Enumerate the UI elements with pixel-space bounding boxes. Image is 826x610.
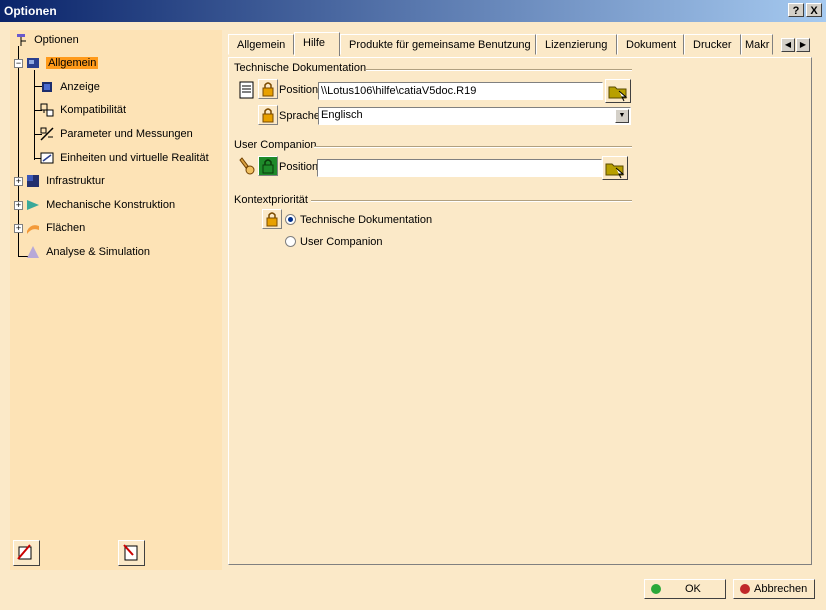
companion-position-label: Position — [279, 161, 319, 173]
tree-item-parameter[interactable]: Parameter und Messungen — [40, 125, 193, 143]
radio-user-companion[interactable] — [285, 236, 296, 247]
lock-language-icon[interactable] — [258, 105, 278, 125]
tab-lizenzierung[interactable]: Lizenzierung — [536, 34, 617, 55]
tree-item-label: Infrastruktur — [46, 175, 105, 188]
tab-makro-partial[interactable]: Makr — [741, 34, 773, 55]
tree-item-label: Einheiten und virtuelle Realität — [60, 152, 209, 165]
display-icon — [40, 80, 54, 94]
reset-icon — [17, 544, 32, 560]
tree-item-kompatibilitaet[interactable]: Kompatibilität — [40, 101, 126, 119]
export-icon — [123, 544, 138, 561]
tech-doc-language-label: Sprache — [279, 110, 320, 122]
parameters-icon — [40, 127, 54, 141]
tree-root-optionen[interactable]: Optionen — [14, 31, 79, 49]
tree-connector — [34, 70, 35, 160]
ok-button[interactable]: OK — [644, 579, 726, 599]
group-separator — [314, 146, 632, 148]
tree-item-anzeige[interactable]: Anzeige — [40, 78, 100, 96]
window-title: Optionen — [4, 4, 57, 18]
chevron-down-icon[interactable]: ▼ — [615, 109, 629, 123]
group-separator — [366, 69, 632, 71]
tab-strip: Allgemein Hilfe Produkte für gemeinsame … — [228, 32, 812, 56]
infrastructure-icon — [26, 174, 40, 188]
tree-item-analyse-simulation[interactable]: Analyse & Simulation — [26, 243, 150, 261]
tree-item-label: Allgemein — [46, 57, 99, 70]
tree-item-label: Kompatibilität — [60, 104, 127, 117]
tab-scroll-left-icon[interactable]: ◀ — [781, 38, 795, 52]
tab-drucker[interactable]: Drucker — [684, 34, 741, 55]
expander-allgemein[interactable]: − — [14, 59, 23, 68]
lock-position-icon[interactable] — [258, 79, 278, 99]
language-select-value: Englisch — [321, 109, 363, 121]
title-bar: Optionen ? X — [0, 0, 826, 22]
analysis-simulation-icon — [26, 245, 40, 259]
tree-item-mechanische-konstruktion[interactable]: Mechanische Konstruktion — [26, 196, 175, 214]
mechanical-design-icon — [26, 198, 40, 212]
expander-flaechen[interactable]: + — [14, 224, 23, 233]
tree-item-allgemein[interactable]: Allgemein — [26, 54, 99, 72]
compatibility-icon — [40, 103, 54, 117]
radio-tech-doc[interactable] — [285, 214, 296, 225]
group-separator — [311, 200, 632, 202]
reset-options-button[interactable] — [13, 540, 40, 566]
radio-tech-doc-label: Technische Dokumentation — [300, 214, 433, 226]
companion-browse-button[interactable] — [602, 156, 628, 180]
tab-dokument[interactable]: Dokument — [617, 34, 684, 55]
tree-item-label: Analyse & Simulation — [46, 246, 151, 259]
general-icon — [26, 56, 40, 70]
tree-item-label: Mechanische Konstruktion — [46, 199, 176, 212]
tech-doc-group-title: Technische Dokumentation — [234, 62, 367, 74]
user-companion-icon — [238, 156, 256, 179]
tree-item-infrastruktur[interactable]: Infrastruktur — [26, 172, 105, 190]
cancel-icon — [740, 584, 750, 595]
tree-root-label: Optionen — [34, 34, 79, 47]
options-tree: Optionen − Allgemein Anzeige Kompatibili… — [10, 30, 222, 570]
companion-group-title: User Companion — [234, 139, 317, 151]
units-vr-icon — [40, 151, 54, 165]
tab-allgemein[interactable]: Allgemein — [228, 34, 294, 55]
folder-icon — [605, 163, 625, 179]
ok-button-label: OK — [685, 583, 701, 595]
cancel-button-label: Abbrechen — [754, 583, 808, 595]
tree-item-einheiten[interactable]: Einheiten und virtuelle Realität — [40, 149, 209, 167]
priority-group-title: Kontextpriorität — [234, 194, 308, 206]
lock-companion-icon[interactable] — [258, 156, 278, 176]
ok-icon — [651, 584, 661, 595]
surfaces-icon — [26, 221, 40, 235]
tech-doc-position-label: Position — [279, 84, 319, 96]
tab-scroll-right-icon[interactable]: ▶ — [796, 38, 810, 52]
tree-item-flaechen[interactable]: Flächen — [26, 219, 85, 237]
help-tab-content: Technische Dokumentation Position \\Lotu… — [228, 57, 812, 565]
cancel-button[interactable]: Abbrechen — [733, 579, 815, 599]
tree-item-label: Parameter und Messungen — [60, 128, 193, 141]
tech-doc-position-field[interactable]: \\Lotus106\hilfe\catiaV5doc.R19 — [318, 82, 603, 100]
tab-produkte[interactable]: Produkte für gemeinsame Benutzung — [340, 34, 536, 55]
expander-infrastruktur[interactable]: + — [14, 177, 23, 186]
export-options-button[interactable] — [118, 540, 145, 566]
tech-doc-browse-button[interactable] — [605, 79, 631, 103]
lock-priority-icon[interactable] — [262, 209, 282, 229]
tab-hilfe[interactable]: Hilfe — [294, 32, 340, 56]
close-button[interactable]: X — [806, 3, 822, 17]
options-tree-icon — [14, 33, 28, 47]
companion-position-field[interactable] — [317, 159, 602, 177]
tree-item-label: Anzeige — [60, 81, 100, 94]
tree-item-label: Flächen — [46, 222, 86, 235]
help-button[interactable]: ? — [788, 3, 804, 17]
document-icon — [238, 81, 256, 102]
radio-user-companion-label: User Companion — [300, 236, 383, 248]
folder-icon — [608, 86, 628, 102]
expander-mechanische-konstruktion[interactable]: + — [14, 201, 23, 210]
language-select[interactable]: Englisch ▼ — [318, 107, 631, 125]
